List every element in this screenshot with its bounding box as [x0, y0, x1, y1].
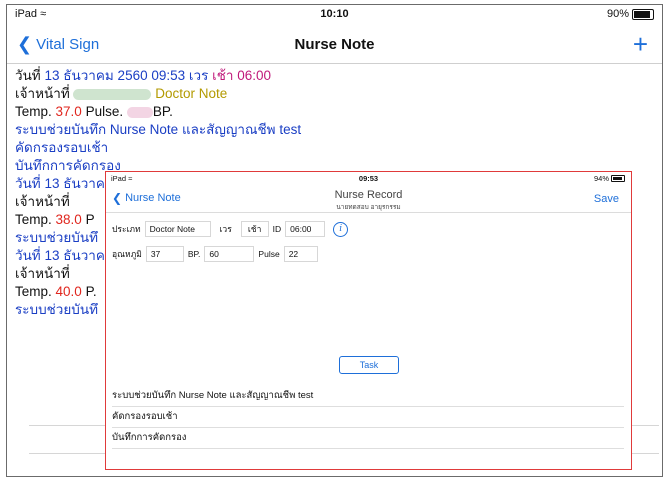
page-title: Nurse Note: [294, 36, 375, 53]
note-text: ระบบช่วยบันทึก Nurse Note และสัญญาณชีพ t…: [15, 122, 302, 137]
battery-status: 90%: [607, 8, 654, 20]
bp-label: BP.: [152, 104, 173, 119]
staff-label: เจ้าหน้าที่: [15, 266, 70, 281]
shift-time: 06:00: [237, 68, 272, 83]
list-item[interactable]: บันทึกการคัดกรอง: [112, 428, 624, 449]
task-button[interactable]: Task: [339, 356, 399, 374]
status-bar: iPad ≈ 10:10 90%: [7, 5, 662, 23]
pulse-label: Pulse: [258, 249, 280, 259]
id-field[interactable]: 06:00: [285, 221, 326, 237]
shift-label: เวร: [188, 68, 209, 83]
battery-icon: [611, 175, 625, 182]
temp-label: Temp.: [15, 212, 52, 227]
note-date: 13 ธันวาคม 2560 09:53: [44, 68, 186, 83]
save-button[interactable]: Save: [594, 193, 619, 205]
record-row-vitals: อุณหภูมิ 37 BP. 60 Pulse 22: [112, 246, 318, 262]
popup-status-bar: iPad ≈ 09:53 94%: [106, 172, 631, 184]
popup-navigation-bar: ❮ Nurse Note Nurse Record นายทดสอบ อายุร…: [106, 186, 631, 213]
type-field[interactable]: Doctor Note: [144, 221, 211, 237]
info-icon[interactable]: i: [333, 221, 349, 237]
temp-label: Temp.: [15, 284, 52, 299]
temp-value: 37.0: [55, 104, 82, 119]
id-label: ID: [272, 224, 282, 234]
battery-icon: [632, 8, 654, 20]
navigation-bar: ❮ Vital Sign Nurse Note +: [7, 27, 662, 64]
note-text: คัดกรองรอบเช้า: [15, 140, 109, 155]
note-type: Doctor Note: [155, 86, 228, 101]
temp-label: อุณหภูมิ: [112, 249, 142, 259]
bp-label: BP.: [187, 249, 201, 259]
staff-label: เจ้าหน้าที่: [15, 86, 70, 101]
redacted-name: [73, 88, 152, 100]
record-row-type: ประเภท Doctor Note เวร เช้า ID 06:00 i: [112, 221, 349, 237]
list-item[interactable]: ระบบช่วยบันทึก Nurse Note และสัญญาณชีพ t…: [112, 386, 624, 407]
popup-title: Nurse Record: [334, 189, 403, 201]
staff-label: เจ้าหน้าที่: [15, 194, 70, 209]
shift-value: เช้า: [212, 68, 234, 83]
shift-field[interactable]: เช้า: [240, 221, 269, 237]
list-item[interactable]: วันที่ 13 ธันวาคม 2560 09:53 เวร เช้า 06…: [15, 67, 655, 175]
pulse-field[interactable]: 22: [283, 246, 318, 262]
status-time: 09:53: [358, 174, 379, 183]
pulse-label: P: [85, 212, 95, 227]
nurse-record-popup: iPad ≈ 09:53 94% ❮ Nurse Note Nurse Reco…: [105, 171, 632, 470]
bp-field[interactable]: 60: [204, 246, 255, 262]
task-list: ระบบช่วยบันทึก Nurse Note และสัญญาณชีพ t…: [112, 386, 624, 449]
pulse-label: Pulse.: [85, 104, 124, 119]
ipad-screen: iPad ≈ 10:10 90% ❮ Vital Sign Nurse Note…: [6, 4, 663, 477]
date-prefix: วันที่: [15, 68, 41, 83]
temp-value: 40.0: [55, 284, 82, 299]
temp-value: 38.0: [55, 212, 82, 227]
temp-label: Temp.: [15, 104, 52, 119]
battery-status: 94%: [594, 174, 625, 183]
shift-label: เวร: [214, 221, 237, 237]
add-button[interactable]: +: [633, 29, 648, 60]
pulse-label: P.: [85, 284, 97, 299]
list-item[interactable]: คัดกรองรอบเช้า: [112, 407, 624, 428]
type-label: ประเภท: [112, 224, 141, 234]
redacted-pulse: [126, 106, 153, 118]
temp-field[interactable]: 37: [145, 246, 184, 262]
patient-name: นายทดสอบ อายุรกรรม: [336, 204, 401, 211]
status-time: 10:10: [320, 8, 349, 20]
